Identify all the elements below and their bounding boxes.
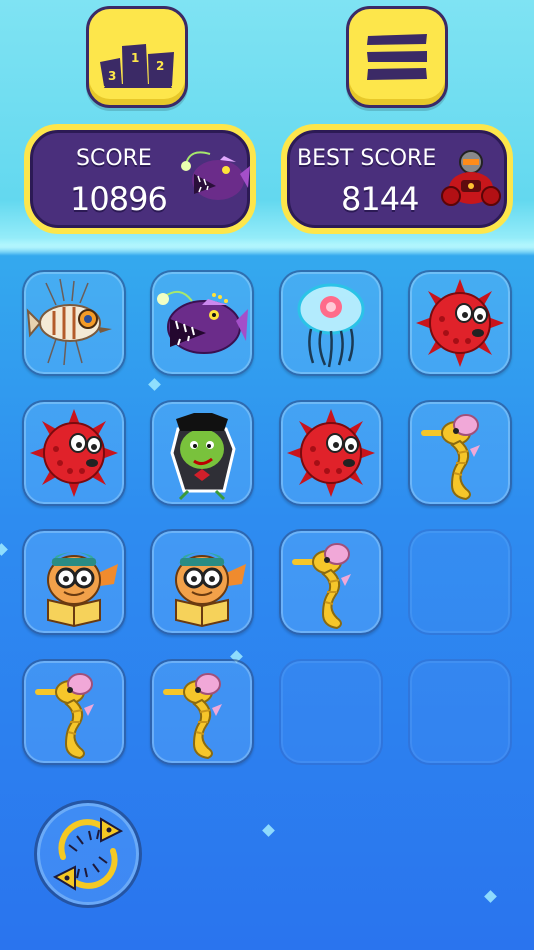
refresh-button[interactable] [34,800,142,908]
seahorse-icon [283,534,379,630]
hamburger-menu-icon [367,34,427,80]
empty-tile[interactable] [408,529,512,635]
creature-tile-green-gangster-fish[interactable] [150,400,254,506]
creature-tile-seahorse[interactable] [408,400,512,506]
creature-tile-lionfish[interactable] [22,270,126,376]
seahorse-icon [154,664,250,760]
red-robot-thumb [441,150,501,206]
seahorse-icon [412,405,508,501]
red-pufferfish-icon [26,405,122,501]
creature-tile-anglerfish[interactable] [150,270,254,376]
scholar-fish-icon [26,534,122,630]
best-score-panel: BEST SCORE 8144 [281,124,513,234]
podium-third: 3 [108,69,116,83]
creature-tile-jellyfish[interactable] [279,270,383,376]
green-gangster-fish-icon [154,405,250,501]
podium-second: 2 [156,59,164,73]
leaderboard-button[interactable]: 3 1 2 [86,6,188,108]
empty-tile[interactable] [408,659,512,765]
sparkle [148,378,161,391]
water-surface [0,238,534,256]
score-value: 10896 [70,180,168,218]
empty-tile[interactable] [279,659,383,765]
creature-tile-seahorse[interactable] [22,659,126,765]
creature-tile-seahorse[interactable] [279,529,383,635]
creature-tile-seahorse[interactable] [150,659,254,765]
scholar-fish-icon [154,534,250,630]
red-pufferfish-icon [283,405,379,501]
sparkle [0,543,8,556]
podium-icon: 3 1 2 [100,44,174,88]
creature-tile-red-pufferfish[interactable] [408,270,512,376]
creature-tile-scholar-fish[interactable] [150,529,254,635]
creature-tile-red-pufferfish[interactable] [22,400,126,506]
score-panel: SCORE 10896 [24,124,256,234]
menu-button[interactable] [346,6,448,108]
creature-tile-red-pufferfish[interactable] [279,400,383,506]
podium-first: 1 [131,51,139,65]
jellyfish-icon [283,275,379,371]
seahorse-icon [26,664,122,760]
sparkle [262,824,275,837]
refresh-fishbone-arrows-icon [52,817,124,891]
anglerfish-icon [154,275,250,371]
sparkle [484,890,497,903]
anglerfish-thumb [181,151,250,200]
red-pufferfish-icon [412,275,508,371]
creature-tile-scholar-fish[interactable] [22,529,126,635]
best-score-value: 8144 [341,180,419,218]
lionfish-icon [26,275,122,371]
